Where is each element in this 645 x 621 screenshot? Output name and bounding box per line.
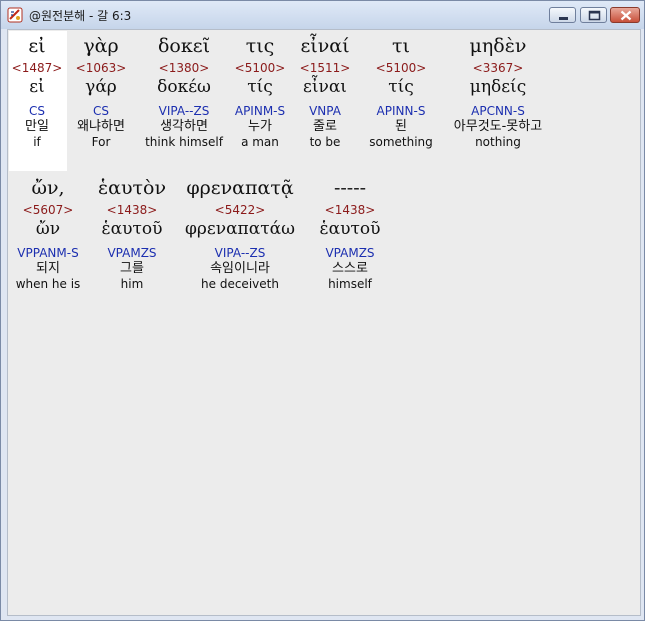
parse-code: APINN-S bbox=[376, 104, 426, 118]
word-block[interactable]: τι <5100> τίς APINN-S 된 something bbox=[368, 34, 434, 149]
app-icon bbox=[7, 7, 23, 23]
korean-gloss: 되지 bbox=[36, 261, 60, 276]
english-gloss: if bbox=[33, 135, 41, 149]
parse-code: VIPA--ZS bbox=[158, 104, 210, 118]
strong-number: <1438> bbox=[106, 203, 158, 217]
korean-gloss: 속임이니라 bbox=[210, 261, 270, 276]
word-block[interactable]: ὤν, <5607> ὤν VPPANM-S 되지 when he is bbox=[8, 176, 88, 291]
korean-gloss: 만일 bbox=[25, 119, 49, 134]
close-button[interactable] bbox=[610, 7, 640, 23]
strong-number: <5422> bbox=[214, 203, 266, 217]
korean-gloss: 스스로 bbox=[332, 261, 368, 276]
lemma-text: μηδείς bbox=[469, 77, 527, 97]
parse-code: VPPANM-S bbox=[17, 246, 79, 260]
analysis-panel: εἰ <1487> εἰ CS 만일 if γὰρ <1063> γάρ CS … bbox=[7, 29, 641, 616]
word-block[interactable]: γὰρ <1063> γάρ CS 왜냐하면 For bbox=[66, 34, 136, 149]
greek-text: ----- bbox=[333, 177, 367, 199]
english-gloss: think himself bbox=[145, 135, 223, 149]
minimize-button[interactable] bbox=[549, 7, 576, 23]
lemma-text: τίς bbox=[388, 77, 414, 97]
korean-gloss: 왜냐하면 bbox=[77, 119, 125, 134]
english-gloss: when he is bbox=[15, 277, 81, 291]
strong-number: <3367> bbox=[472, 61, 524, 75]
greek-text: φρεναπατᾷ bbox=[186, 177, 294, 199]
strong-number: <1063> bbox=[75, 61, 127, 75]
greek-text: γὰρ bbox=[83, 35, 119, 57]
maximize-button[interactable] bbox=[580, 7, 607, 23]
lemma-text: εἶναι bbox=[303, 77, 347, 97]
word-block[interactable]: ἑαυτὸν <1438> ἑαυτοῦ VPAMZS 그를 him bbox=[92, 176, 172, 291]
korean-gloss: 누가 bbox=[248, 119, 272, 134]
greek-text: μηδὲν bbox=[469, 35, 527, 57]
lemma-text: τίς bbox=[247, 77, 273, 97]
english-gloss: For bbox=[91, 135, 111, 149]
english-gloss: him bbox=[120, 277, 144, 291]
english-gloss: something bbox=[369, 135, 433, 149]
greek-text: τι bbox=[392, 35, 410, 57]
korean-gloss: 줄로 bbox=[313, 119, 337, 134]
window-title: @원전분해 - 갈 6:3 bbox=[29, 9, 132, 23]
parse-code: APINM-S bbox=[234, 104, 286, 118]
strong-number: <5100> bbox=[375, 61, 427, 75]
word-block[interactable]: φρεναπατᾷ <5422> φρεναπατάω VIPA--ZS 속임이… bbox=[180, 176, 300, 291]
word-block[interactable]: τις <5100> τίς APINM-S 누가 a man bbox=[230, 34, 290, 149]
lemma-text: ἑαυτοῦ bbox=[319, 219, 381, 239]
english-gloss: to be bbox=[309, 135, 341, 149]
english-gloss: nothing bbox=[475, 135, 521, 149]
greek-text: ὤν, bbox=[31, 177, 65, 199]
greek-text: τις bbox=[245, 35, 275, 57]
english-gloss: a man bbox=[241, 135, 279, 149]
minimize-icon bbox=[559, 17, 568, 20]
close-icon bbox=[620, 10, 632, 21]
app-window: @원전분해 - 갈 6:3 εἰ <1487> εἰ CS 만일 if γὰρ … bbox=[0, 0, 645, 621]
lemma-text: ὤν bbox=[35, 219, 61, 239]
strong-number: <1438> bbox=[324, 203, 376, 217]
lemma-text: φρεναπατάω bbox=[185, 219, 295, 239]
maximize-icon bbox=[588, 10, 601, 21]
greek-text: εἶναί bbox=[300, 35, 350, 57]
korean-gloss: 생각하면 bbox=[160, 119, 208, 134]
strong-number: <5100> bbox=[234, 61, 286, 75]
lemma-text: δοκέω bbox=[157, 77, 211, 97]
word-block[interactable]: ----- <1438> ἑαυτοῦ VPAMZS 스스로 himself bbox=[310, 176, 390, 291]
lemma-text: ἑαυτοῦ bbox=[101, 219, 163, 239]
parse-code: VPAMZS bbox=[325, 246, 375, 260]
parse-code: VPAMZS bbox=[107, 246, 157, 260]
strong-number: <1380> bbox=[158, 61, 210, 75]
greek-text: εἰ bbox=[28, 35, 46, 57]
korean-gloss: 아무것도-못하고 bbox=[453, 119, 543, 134]
parse-code: CS bbox=[29, 104, 45, 118]
strong-number: <1511> bbox=[299, 61, 351, 75]
parse-code: CS bbox=[93, 104, 109, 118]
word-block[interactable]: δοκεῖ <1380> δοκέω VIPA--ZS 생각하면 think h… bbox=[136, 34, 232, 149]
word-block[interactable]: εἶναί <1511> εἶναι VNPA 줄로 to be bbox=[294, 34, 356, 149]
parse-code: VNPA bbox=[309, 104, 341, 118]
greek-text: δοκεῖ bbox=[157, 35, 211, 57]
korean-gloss: 된 bbox=[395, 119, 407, 134]
greek-text: ἑαυτὸν bbox=[97, 177, 167, 199]
lemma-text: εἰ bbox=[29, 77, 45, 97]
lemma-text: γάρ bbox=[85, 77, 117, 97]
english-gloss: he deceiveth bbox=[201, 277, 279, 291]
word-block[interactable]: μηδὲν <3367> μηδείς APCNN-S 아무것도-못하고 not… bbox=[442, 34, 554, 149]
strong-number: <5607> bbox=[22, 203, 74, 217]
parse-code: APCNN-S bbox=[471, 104, 525, 118]
strong-number: <1487> bbox=[11, 61, 63, 75]
parse-code: VIPA--ZS bbox=[214, 246, 266, 260]
word-block[interactable]: εἰ <1487> εἰ CS 만일 if bbox=[8, 34, 66, 149]
title-bar[interactable]: @원전분해 - 갈 6:3 bbox=[1, 1, 644, 29]
korean-gloss: 그를 bbox=[120, 261, 144, 276]
english-gloss: himself bbox=[328, 277, 372, 291]
